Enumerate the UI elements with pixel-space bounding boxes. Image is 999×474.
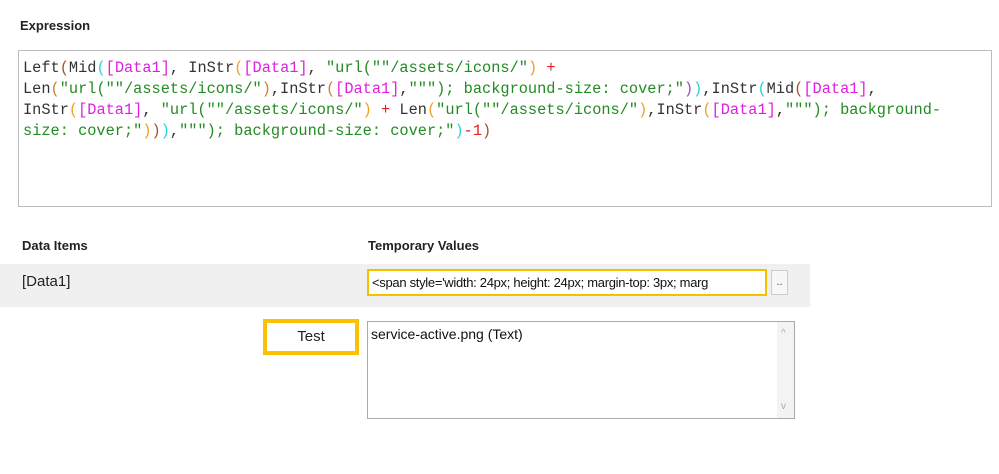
expression-token [537, 59, 546, 77]
temporary-values-header: Temporary Values [368, 238, 480, 253]
browse-button[interactable]: .. [771, 270, 788, 295]
expression-token: , [142, 101, 161, 119]
result-text: service-active.png (Text) [371, 326, 523, 342]
test-button[interactable]: Test [263, 319, 359, 355]
expression-token: ) [142, 122, 152, 140]
expression-token: + [381, 101, 391, 119]
expression-token: """); background- [785, 101, 942, 119]
expression-token: + [546, 59, 556, 77]
data-items-header: Data Items [22, 238, 88, 253]
expression-token: ) [693, 80, 703, 98]
expression-token: ) [160, 122, 170, 140]
expression-token: [Data1] [335, 80, 400, 98]
expression-token: ) [151, 122, 161, 140]
expression-token: ( [426, 101, 437, 119]
expression-token: Len [390, 101, 427, 119]
expression-token: ( [68, 101, 79, 119]
expression-token: Mid [68, 59, 97, 77]
expression-label: Expression [20, 18, 91, 33]
temporary-value-input[interactable]: <span style='width: 24px; height: 24px; … [367, 269, 767, 296]
expression-token: , [169, 122, 180, 140]
expression-token: ( [794, 80, 804, 98]
expression-token: [Data1] [803, 80, 868, 98]
expression-token: ) [683, 80, 694, 98]
expression-token: "url(""/assets/icons/" [160, 101, 363, 119]
expression-token: ( [50, 80, 60, 98]
expression-token: ( [325, 80, 336, 98]
expression-token: , [307, 59, 326, 77]
expression-token: [Data1] [105, 59, 170, 77]
expression-token: "url(""/assets/icons/" [59, 80, 262, 98]
expression-token: , [867, 80, 877, 98]
expression-token: ( [702, 101, 712, 119]
expression-token: , [399, 80, 409, 98]
expression-token: [Data1] [78, 101, 143, 119]
scroll-down-icon[interactable]: v [781, 401, 786, 412]
expression-token: ,InStr [702, 80, 758, 98]
expression-token: ) [454, 122, 464, 140]
scroll-up-icon[interactable]: ^ [781, 328, 786, 339]
expression-token: ( [96, 59, 106, 77]
expression-token: size: cover;" [23, 122, 143, 140]
expression-token: ) [638, 101, 648, 119]
expression-token: ( [234, 59, 244, 77]
expression-token: ) [527, 59, 538, 77]
expression-token: """); background-size: cover;" [408, 80, 684, 98]
result-textarea[interactable]: service-active.png (Text) ^ v [367, 321, 795, 419]
expression-token: ( [757, 80, 767, 98]
expression-token: ) [482, 122, 492, 140]
expression-token: , InStr [169, 59, 235, 77]
scrollbar[interactable]: ^ v [777, 322, 794, 418]
expression-token: "url(""/assets/icons/" [436, 101, 639, 119]
expression-token: [Data1] [243, 59, 308, 77]
expression-token: -1 [463, 122, 483, 140]
expression-token: , [775, 101, 785, 119]
expression-token: """); background-size: cover;" [179, 122, 455, 140]
expression-token: [Data1] [711, 101, 776, 119]
expression-token: ) [261, 80, 271, 98]
expression-editor[interactable]: Left(Mid([Data1], InStr([Data1], "url(""… [18, 50, 992, 207]
expression-token: ) [362, 101, 372, 119]
expression-token: Mid [766, 80, 795, 98]
expression-token: ,InStr [270, 80, 326, 98]
expression-token [372, 101, 381, 119]
expression-token: ,InStr [647, 101, 703, 119]
data-item-name: [Data1] [22, 273, 71, 290]
expression-token: ( [59, 59, 69, 77]
expression-token: Left [23, 59, 60, 77]
expression-token: Len [23, 80, 51, 98]
expression-token: InStr [23, 101, 69, 119]
expression-token: "url(""/assets/icons/" [325, 59, 528, 77]
